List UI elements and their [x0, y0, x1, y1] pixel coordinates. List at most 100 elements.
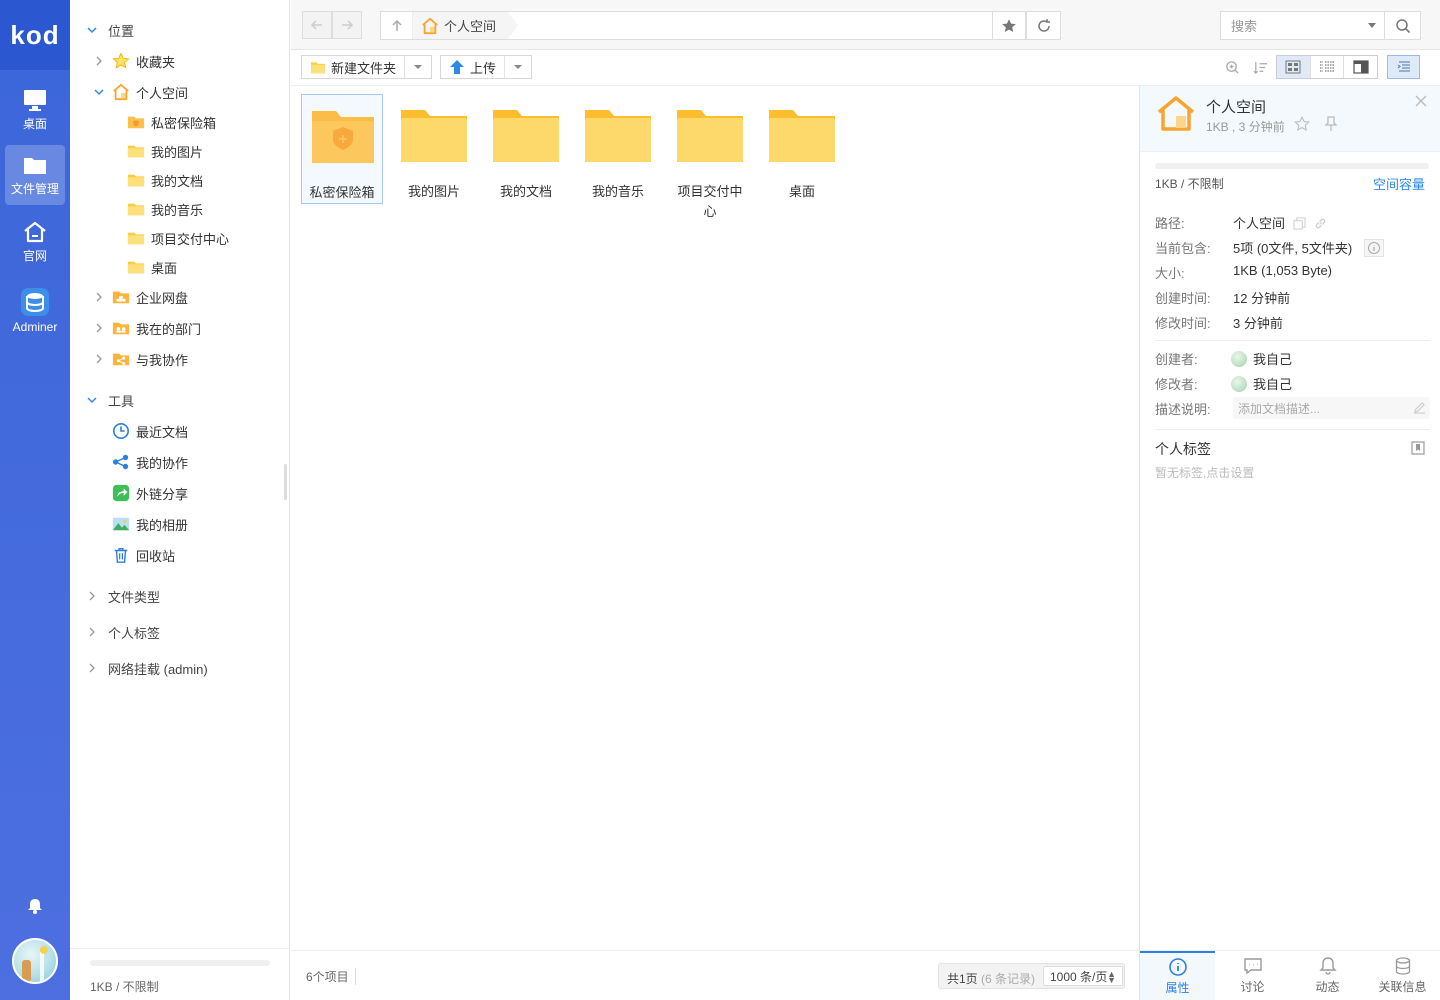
tool-my-collab[interactable]: 我的协作 — [70, 448, 289, 476]
tree-item-documents[interactable]: 我的文档 — [70, 166, 289, 194]
prop-value: 5项 (0文件, 5文件夹) — [1233, 238, 1384, 257]
nav-item-desktop[interactable]: 桌面 — [5, 80, 65, 140]
prop-key: 大小: — [1155, 266, 1185, 281]
page-info: 共1页 (6 条记录) — [947, 970, 1035, 987]
tree-item-project-center[interactable]: 项目交付中心 — [70, 224, 289, 252]
bookmark-icon[interactable] — [1411, 441, 1425, 455]
page-size-select[interactable]: 1000 条/页 ▲ ▼ — [1043, 966, 1123, 986]
tab-related-info[interactable]: 关联信息 — [1365, 951, 1440, 1000]
home-icon — [421, 17, 439, 35]
tree-item-personal-space[interactable]: 个人空间 — [70, 78, 289, 106]
file-name: 桌面 — [788, 184, 815, 199]
new-folder-main[interactable]: 新建文件夹 — [302, 56, 406, 78]
chevron-right-icon — [96, 354, 102, 364]
new-folder-dropdown[interactable] — [405, 56, 431, 78]
new-folder-button[interactable]: 新建文件夹 — [301, 55, 433, 79]
search-input[interactable]: 搜索 — [1220, 11, 1385, 40]
file-name: 私密保险箱 — [309, 185, 375, 200]
file-item-desktop[interactable]: 桌面 — [761, 94, 843, 202]
tree-item-safe[interactable]: 私密保险箱 — [70, 108, 289, 136]
nav-item-file-manager[interactable]: 文件管理 — [5, 145, 65, 205]
zoom-button[interactable] — [1223, 55, 1241, 79]
user-avatar[interactable] — [12, 938, 58, 984]
tree-item-favorites[interactable]: 收藏夹 — [70, 47, 289, 75]
tool-recent-docs[interactable]: 最近文档 — [70, 417, 289, 445]
favorite-button[interactable] — [992, 11, 1026, 40]
file-item-safe[interactable]: 私密保险箱 — [301, 94, 383, 204]
tree-item-shared-with-me[interactable]: 与我协作 — [70, 345, 289, 373]
search-icon — [1395, 18, 1410, 33]
breadcrumb-personal-space[interactable]: 个人空间 — [413, 12, 518, 39]
path-link[interactable]: 个人空间 — [1233, 216, 1285, 231]
search-scope-caret-icon[interactable] — [1368, 23, 1376, 28]
tree-item-music[interactable]: 我的音乐 — [70, 195, 289, 223]
nav-item-website[interactable]: 官网 — [5, 212, 65, 272]
chevron-right-icon — [96, 323, 102, 333]
tool-label: 我的相册 — [136, 517, 189, 533]
tab-properties[interactable]: 属性 — [1140, 951, 1215, 1000]
prop-value: 12 分钟前 — [1233, 291, 1291, 306]
tree-section-label: 位置 — [108, 23, 135, 39]
file-item-pictures[interactable]: 我的图片 — [393, 94, 475, 202]
clock-icon — [112, 422, 130, 440]
star-outline-icon[interactable] — [1294, 116, 1310, 132]
info-icon[interactable] — [1363, 239, 1384, 257]
tool-external-share[interactable]: 外链分享 — [70, 479, 289, 507]
arrow-left-icon — [310, 20, 322, 30]
address-box[interactable]: 个人空间 — [380, 11, 1061, 40]
tree-item-label: 项目交付中心 — [151, 231, 230, 247]
bell-icon[interactable] — [25, 896, 45, 916]
tree-section-network-mount[interactable]: 网络挂载 (admin) — [70, 654, 289, 682]
upload-main[interactable]: 上传 — [441, 56, 506, 78]
tab-label: 关联信息 — [1378, 980, 1427, 994]
upload-button[interactable]: 上传 — [440, 55, 533, 79]
link-icon[interactable] — [1314, 217, 1327, 230]
folder-icon — [311, 62, 325, 74]
tool-recycle-bin[interactable]: 回收站 — [70, 541, 289, 569]
file-item-documents[interactable]: 我的文档 — [485, 94, 567, 202]
tree-item-pictures[interactable]: 我的图片 — [70, 137, 289, 165]
file-item-project-center[interactable]: 项目交付中心 — [669, 94, 751, 222]
toggle-info-panel-button[interactable] — [1387, 55, 1420, 79]
folder-icon — [127, 261, 145, 274]
tool-my-album[interactable]: 我的相册 — [70, 510, 289, 538]
info-panel: 个人空间 1KB , 3 分钟前 1KB / 不限制 空间容量 路径: 个人空间… — [1139, 86, 1440, 1000]
creator-name[interactable]: 我自己 — [1253, 352, 1292, 367]
nav-item-adminer[interactable]: Adminer — [5, 280, 65, 340]
file-item-music[interactable]: 我的音乐 — [577, 94, 659, 202]
up-button[interactable] — [381, 12, 413, 39]
copy-icon[interactable] — [1293, 217, 1306, 230]
upload-dropdown[interactable] — [505, 56, 531, 78]
tree-item-desktop[interactable]: 桌面 — [70, 253, 289, 281]
kod-logo[interactable]: kod — [0, 0, 70, 70]
view-icons-button[interactable] — [1277, 56, 1311, 78]
tab-discussion[interactable]: 讨论 — [1215, 951, 1290, 1000]
select-arrows-icon: ▲ ▼ — [1107, 969, 1116, 985]
description-input[interactable]: 添加文档描述... — [1233, 397, 1430, 419]
tree-section-tools[interactable]: 工具 — [70, 386, 289, 414]
search-button[interactable] — [1385, 11, 1421, 40]
tree-item-enterprise-drive[interactable]: 企业网盘 — [70, 283, 289, 311]
tab-activity[interactable]: 动态 — [1290, 951, 1365, 1000]
sort-button[interactable] — [1251, 55, 1269, 79]
view-split-button[interactable] — [1344, 56, 1377, 78]
tags-empty-hint[interactable]: 暂无标签,点击设置 — [1155, 464, 1254, 481]
folder-icon — [127, 174, 145, 187]
pin-icon[interactable] — [1324, 116, 1338, 132]
back-button[interactable] — [302, 11, 332, 39]
sidebar-resize-handle[interactable] — [284, 464, 287, 500]
refresh-button[interactable] — [1026, 11, 1061, 40]
file-name: 项目交付中心 — [677, 184, 743, 219]
tree-storage-usage: 1KB / 不限制 — [90, 948, 270, 995]
tree-section-file-types[interactable]: 文件类型 — [70, 582, 289, 610]
info-panel-header: 个人空间 1KB , 3 分钟前 — [1140, 86, 1440, 152]
close-icon[interactable] — [1414, 94, 1428, 108]
forward-button[interactable] — [332, 11, 362, 39]
tree-section-personal-tags[interactable]: 个人标签 — [70, 618, 289, 646]
modifier-name[interactable]: 我自己 — [1253, 377, 1292, 392]
info-title: 个人空间 — [1206, 99, 1267, 116]
space-capacity-link[interactable]: 空间容量 — [1373, 174, 1425, 193]
tree-section-location[interactable]: 位置 — [70, 16, 289, 44]
view-list-button[interactable] — [1311, 56, 1345, 78]
tree-item-my-department[interactable]: 我在的部门 — [70, 314, 289, 342]
